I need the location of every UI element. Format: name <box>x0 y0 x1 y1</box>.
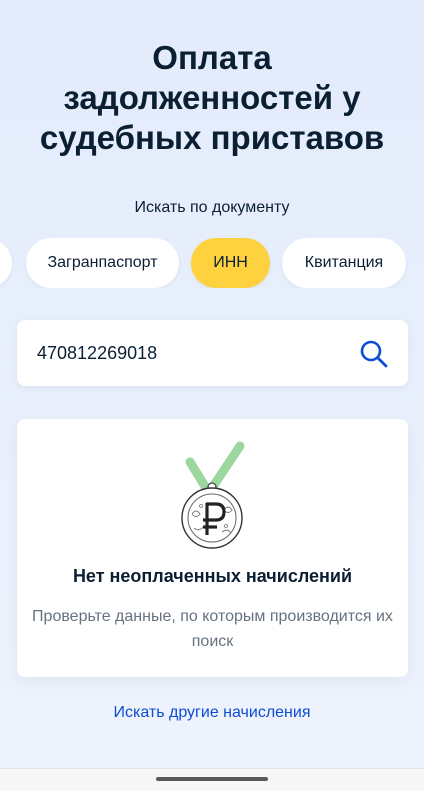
page-title-line-1: Оплата <box>152 39 272 76</box>
home-indicator[interactable] <box>156 777 268 781</box>
ruble-medal-check-icon <box>181 441 245 549</box>
chip-inn-selected[interactable]: ИНН <box>191 238 270 288</box>
result-title: Нет неоплаченных начислений <box>72 566 353 586</box>
result-description: Проверьте данные, по которым производитс… <box>32 608 393 650</box>
search-by-document-label: Искать по документу <box>134 199 290 216</box>
search-other-charges-link[interactable]: Искать другие начисления <box>0 704 424 722</box>
page-title-line-3: судебных приставов <box>39 119 385 156</box>
document-type-chips: Загранпаспорт ИНН Квитанция <box>0 238 424 288</box>
page-title: Оплата задолженностей у судебных пристав… <box>0 38 424 158</box>
chip-kvitanciya[interactable]: Квитанция <box>282 238 406 288</box>
chip-zagranpasport[interactable]: Загранпаспорт <box>26 238 179 288</box>
search-field[interactable] <box>17 320 408 386</box>
chip-document-partial[interactable] <box>0 238 12 288</box>
page-title-line-2: задолженностей у <box>63 79 361 116</box>
search-input[interactable] <box>37 341 357 365</box>
search-icon[interactable] <box>358 338 390 370</box>
